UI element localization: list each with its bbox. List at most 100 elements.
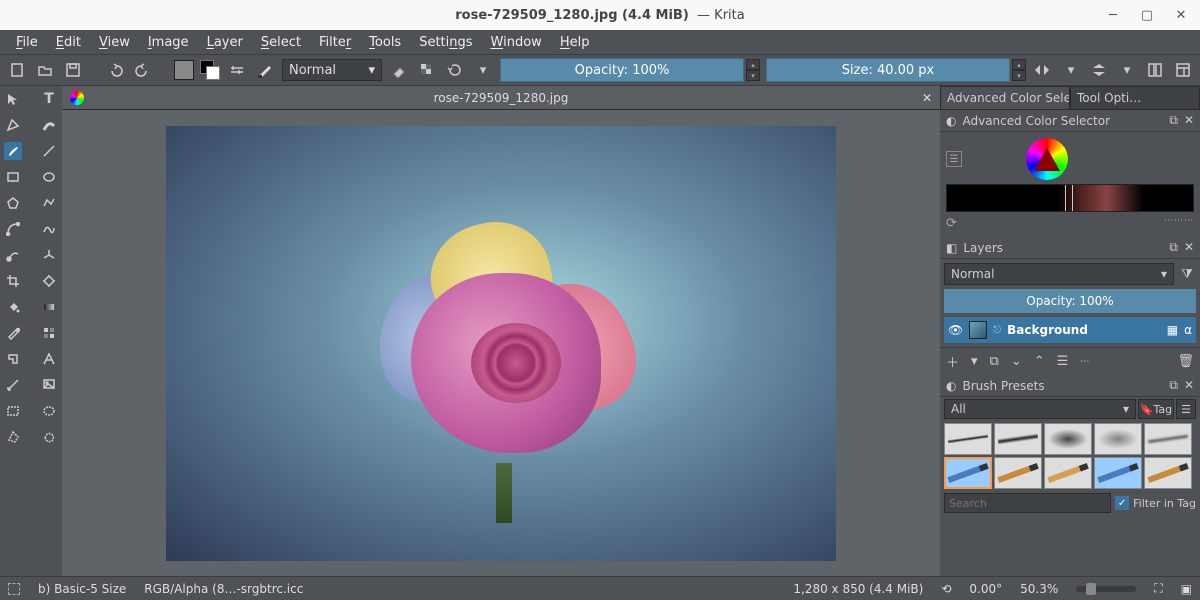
- float-panel-icon[interactable]: ⧉: [1169, 240, 1178, 255]
- duplicate-layer-icon[interactable]: ⧉: [990, 354, 999, 369]
- color-history-bar[interactable]: [946, 184, 1194, 212]
- color-settings-icon[interactable]: ☰: [946, 151, 962, 167]
- size-up-button[interactable]: ▴: [1012, 59, 1026, 70]
- layer-row[interactable]: 👁 ⎋ Background ▦ α: [944, 317, 1196, 343]
- redo-icon[interactable]: [132, 59, 154, 81]
- drag-handle-icon[interactable]: ⋯⋯⋯: [1164, 216, 1194, 231]
- multibrush-tool-icon[interactable]: [40, 246, 58, 264]
- brush-settings-icon[interactable]: [226, 59, 248, 81]
- zoom-100-icon[interactable]: ▣: [1181, 582, 1192, 596]
- preset-search-input[interactable]: [944, 493, 1111, 513]
- text-tool-icon[interactable]: T: [40, 90, 58, 108]
- color-sampler-tool-icon[interactable]: [4, 324, 22, 342]
- polyline-tool-icon[interactable]: [40, 194, 58, 212]
- ellipse-select-tool-icon[interactable]: [40, 402, 58, 420]
- close-panel-icon[interactable]: ✕: [1184, 378, 1194, 393]
- close-document-icon[interactable]: ✕: [922, 91, 932, 105]
- opacity-up-button[interactable]: ▴: [746, 59, 760, 70]
- undo-icon[interactable]: [104, 59, 126, 81]
- maximize-button[interactable]: ▢: [1138, 6, 1156, 24]
- zoom-fit-icon[interactable]: ⛶: [1154, 581, 1162, 596]
- select-all-icon[interactable]: [8, 583, 20, 595]
- preset-settings-icon[interactable]: ☰: [1176, 399, 1196, 419]
- layer-filter-icon[interactable]: ⧩: [1178, 263, 1196, 285]
- menu-layer[interactable]: Layer: [199, 33, 251, 52]
- gradient-tool-icon[interactable]: [40, 298, 58, 316]
- fill-tool-icon[interactable]: [4, 298, 22, 316]
- blend-mode-select[interactable]: Normal ▾: [282, 59, 382, 81]
- workspace-icon[interactable]: [1172, 59, 1194, 81]
- menu-filter[interactable]: Filter: [311, 33, 359, 52]
- menu-tools[interactable]: Tools: [361, 33, 409, 52]
- brush-preset[interactable]: [1044, 457, 1092, 489]
- visibility-icon[interactable]: 👁: [948, 323, 963, 337]
- calligraphy-tool-icon[interactable]: [40, 116, 58, 134]
- lock-icon[interactable]: α: [1184, 323, 1192, 337]
- line-tool-icon[interactable]: [40, 142, 58, 160]
- rotate-canvas-icon[interactable]: ⟲: [941, 582, 951, 596]
- bezier-tool-icon[interactable]: [4, 220, 22, 238]
- menu-file[interactable]: File: [8, 33, 46, 52]
- color-triangle[interactable]: [1034, 148, 1060, 171]
- brush-preset[interactable]: [1144, 423, 1192, 455]
- pattern-swatch[interactable]: [174, 60, 194, 80]
- close-panel-icon[interactable]: ✕: [1184, 113, 1194, 128]
- brush-preset[interactable]: [1044, 423, 1092, 455]
- polygon-select-tool-icon[interactable]: [4, 428, 22, 446]
- mirror-vertical-icon[interactable]: [1088, 59, 1110, 81]
- edit-shapes-tool-icon[interactable]: [4, 116, 22, 134]
- menu-view[interactable]: View: [91, 33, 138, 52]
- save-file-icon[interactable]: [62, 59, 84, 81]
- brush-preset[interactable]: [1094, 423, 1142, 455]
- chevron-down-icon[interactable]: ▾: [971, 354, 978, 369]
- reload-preset-icon[interactable]: [444, 59, 466, 81]
- polygon-tool-icon[interactable]: [4, 194, 22, 212]
- brush-preset-selected[interactable]: [944, 457, 992, 489]
- menu-image[interactable]: Image: [140, 33, 197, 52]
- menu-settings[interactable]: Settings: [411, 33, 480, 52]
- transform-tool-icon[interactable]: [40, 272, 58, 290]
- pattern-tool-icon[interactable]: [40, 324, 58, 342]
- move-tool-icon[interactable]: [4, 90, 22, 108]
- opacity-down-button[interactable]: ▾: [746, 70, 760, 81]
- layer-properties-icon[interactable]: ☰: [1057, 354, 1069, 369]
- new-file-icon[interactable]: [6, 59, 28, 81]
- dynamic-brush-tool-icon[interactable]: [4, 246, 22, 264]
- open-file-icon[interactable]: [34, 59, 56, 81]
- menu-select[interactable]: Select: [253, 33, 309, 52]
- preset-tag-button[interactable]: 🔖Tag: [1138, 399, 1174, 419]
- chevron-down-icon[interactable]: ▾: [1116, 59, 1138, 81]
- layer-opacity-slider[interactable]: Opacity: 100%: [944, 289, 1196, 313]
- document-tab[interactable]: rose-729509_1280.jpg ✕: [62, 86, 940, 110]
- menu-edit[interactable]: Edit: [48, 33, 89, 52]
- wrap-around-icon[interactable]: [1144, 59, 1166, 81]
- close-button[interactable]: ✕: [1172, 6, 1190, 24]
- delete-layer-icon[interactable]: 🗑: [1177, 354, 1194, 369]
- mirror-horizontal-icon[interactable]: [1032, 59, 1054, 81]
- layer-blend-select[interactable]: Normal▾: [944, 263, 1174, 285]
- menu-help[interactable]: Help: [552, 33, 598, 52]
- tab-tool-options[interactable]: Tool Opti…: [1070, 86, 1200, 110]
- add-layer-icon[interactable]: ＋: [946, 352, 959, 371]
- menu-window[interactable]: Window: [483, 33, 550, 52]
- fg-bg-color-icon[interactable]: [200, 60, 220, 80]
- rect-select-tool-icon[interactable]: [4, 402, 22, 420]
- brush-preset[interactable]: [994, 457, 1042, 489]
- preset-tag-select[interactable]: All▾: [944, 399, 1136, 419]
- move-layer-down-icon[interactable]: ⌄: [1011, 354, 1022, 369]
- freehand-path-tool-icon[interactable]: [40, 220, 58, 238]
- brush-preset[interactable]: [1094, 457, 1142, 489]
- measure-tool-icon[interactable]: [4, 376, 22, 394]
- layer-properties-dropdown-icon[interactable]: ⋯: [1080, 357, 1089, 367]
- rectangle-tool-icon[interactable]: [4, 168, 22, 186]
- brush-preset[interactable]: [994, 423, 1042, 455]
- zoom-slider[interactable]: [1076, 586, 1136, 592]
- alpha-lock-icon[interactable]: ▦: [1167, 323, 1178, 337]
- reference-tool-icon[interactable]: [40, 376, 58, 394]
- color-ring[interactable]: [1026, 138, 1068, 180]
- brush-tool-icon[interactable]: [4, 142, 22, 160]
- brush-preset[interactable]: [1144, 457, 1192, 489]
- opacity-slider[interactable]: Opacity: 100%: [500, 58, 744, 82]
- freehand-select-tool-icon[interactable]: [40, 428, 58, 446]
- chevron-down-icon[interactable]: ▾: [1060, 59, 1082, 81]
